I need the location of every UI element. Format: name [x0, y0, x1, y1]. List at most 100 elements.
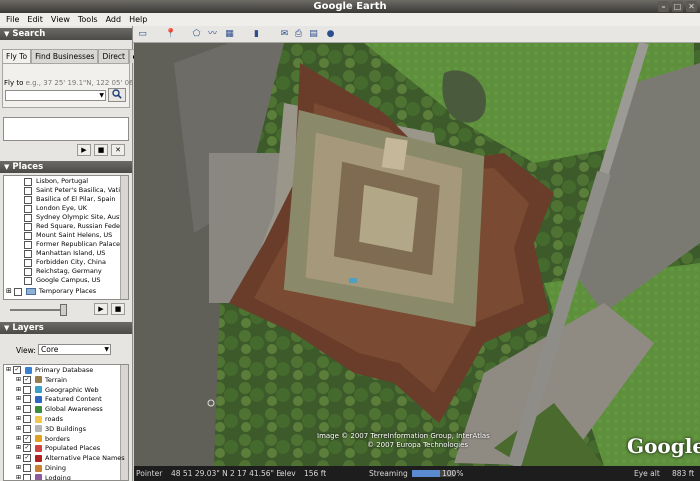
search-play-button[interactable]: ▶ [77, 144, 91, 156]
collapse-triangle-icon[interactable]: ▼ [4, 322, 9, 334]
placemark-icon[interactable]: 📍 [165, 29, 176, 40]
eye-alt-label: Eye alt [634, 469, 660, 478]
expand-plus-icon[interactable]: ⊞ [16, 424, 21, 434]
layer-label: roads [45, 415, 64, 423]
layer-item[interactable]: ⊞ roads [16, 414, 63, 424]
expand-plus-icon[interactable]: ⊞ [16, 434, 21, 444]
menu-view[interactable]: View [51, 13, 70, 26]
layer-item[interactable]: ⊞ ✓ Primary Database [6, 365, 93, 375]
layer-checkbox[interactable] [23, 464, 32, 472]
place-checkbox[interactable] [13, 287, 22, 296]
places-scrollbar[interactable] [120, 176, 128, 299]
places-panel-header[interactable]: ▼ Places [0, 161, 132, 173]
layer-icon [35, 425, 43, 433]
place-checkbox[interactable] [24, 276, 32, 285]
layer-checkbox[interactable] [23, 395, 32, 404]
expand-plus-icon[interactable]: ⊞ [16, 453, 21, 463]
expand-plus-icon[interactable]: ⊞ [16, 463, 21, 473]
expand-plus-icon[interactable]: ⊞ [16, 375, 21, 385]
minimize-icon[interactable]: – [658, 1, 669, 12]
layer-item[interactable]: ⊞ Featured Content [16, 394, 102, 404]
expand-plus-icon[interactable]: ⊞ [16, 404, 21, 414]
expand-plus-icon[interactable]: ⊞ [16, 473, 21, 480]
layer-item[interactable]: ⊞ 3D Buildings [16, 424, 86, 434]
search-clear-button[interactable]: ✕ [111, 144, 125, 156]
expand-plus-icon[interactable]: ⊞ [6, 365, 11, 375]
menu-bar: File Edit View Tools Add Help [0, 13, 700, 26]
close-icon[interactable]: ✕ [686, 1, 697, 12]
credit-line-2: © 2007 Europa Technologies [367, 441, 469, 449]
layer-checkbox[interactable] [23, 385, 32, 394]
dropdown-arrow-icon[interactable]: ▼ [104, 345, 109, 354]
menu-help[interactable]: Help [129, 13, 147, 26]
tab-directions[interactable]: Direct [98, 49, 129, 63]
layer-item[interactable]: ⊞ ✓ Terrain [16, 375, 67, 385]
tour-stop-button[interactable]: ■ [111, 303, 125, 315]
search-results[interactable] [3, 117, 129, 141]
record-icon[interactable]: ● [325, 29, 336, 40]
layer-checkbox[interactable] [23, 415, 32, 423]
layer-checkbox[interactable]: ✓ [23, 444, 32, 453]
expand-plus-icon[interactable]: ⊞ [16, 394, 21, 404]
layer-icon [35, 435, 43, 443]
layer-checkbox[interactable]: ✓ [23, 375, 32, 384]
layer-checkbox[interactable]: ✓ [13, 366, 22, 374]
slider-thumb[interactable] [60, 304, 67, 316]
layer-icon [35, 415, 43, 423]
tour-play-button[interactable]: ▶ [94, 303, 108, 315]
layers-panel-header[interactable]: ▼ Layers [0, 322, 132, 334]
places-header-label: Places [12, 162, 44, 172]
tab-fly-to[interactable]: Fly To [2, 49, 32, 63]
layer-checkbox[interactable] [23, 424, 32, 433]
streaming-progress-fill [412, 470, 440, 477]
menu-edit[interactable]: Edit [27, 13, 43, 26]
ruler-icon[interactable]: ▮ [251, 29, 262, 40]
layer-icon [35, 405, 43, 413]
print-icon[interactable]: ⎙ [293, 29, 304, 40]
polygon-icon[interactable]: ⬠ [191, 29, 202, 40]
search-go-button[interactable] [108, 88, 126, 102]
layer-item[interactable]: ⊞ Lodging [16, 473, 71, 480]
layer-checkbox[interactable]: ✓ [23, 434, 32, 443]
expand-plus-icon[interactable]: ⊞ [6, 286, 12, 297]
sidebar-toggle-icon[interactable]: ▭ [137, 29, 148, 40]
view-select[interactable]: Core ▼ [38, 344, 111, 355]
collapse-triangle-icon[interactable]: ▼ [4, 161, 9, 173]
menu-add[interactable]: Add [106, 13, 122, 26]
layer-item[interactable]: ⊞ ✓ borders [16, 434, 70, 444]
fly-to-text: Fly to [4, 79, 24, 87]
maps-icon[interactable]: ▤ [308, 29, 319, 40]
layer-checkbox[interactable] [23, 473, 32, 480]
place-folder-temporary[interactable]: ⊞ Temporary Places [6, 286, 96, 297]
expand-plus-icon[interactable]: ⊞ [16, 443, 21, 453]
fly-to-input[interactable]: ▼ [5, 90, 106, 101]
fly-to-label: Fly to e.g., 37 25' 19.1"N, 122 05' 06"W [4, 79, 144, 87]
dropdown-arrow-icon[interactable]: ▼ [99, 91, 104, 100]
layer-item[interactable]: ⊞ Dining [16, 463, 66, 473]
menu-tools[interactable]: Tools [78, 13, 98, 26]
menu-file[interactable]: File [6, 13, 19, 26]
layer-checkbox[interactable] [23, 405, 32, 414]
tab-find-businesses[interactable]: Find Businesses [31, 49, 99, 63]
place-item[interactable]: Google Campus, US [24, 275, 101, 286]
layer-icon [35, 386, 43, 394]
maximize-icon[interactable]: □ [672, 1, 683, 12]
tour-speed-slider[interactable] [10, 309, 65, 311]
eye-alt-value: 883 ft [672, 469, 695, 478]
layer-label: Populated Places [45, 444, 101, 453]
layer-item[interactable]: ⊞ ✓ Alternative Place Names [16, 453, 125, 463]
path-icon[interactable]: 〰 [207, 29, 218, 40]
email-icon[interactable]: ✉ [279, 29, 290, 40]
layer-item[interactable]: ⊞ ✓ Populated Places [16, 443, 100, 453]
search-stop-button[interactable]: ■ [94, 144, 108, 156]
image-overlay-icon[interactable]: ▦ [224, 29, 235, 40]
collapse-triangle-icon[interactable]: ▼ [4, 28, 9, 40]
expand-plus-icon[interactable]: ⊞ [16, 414, 21, 424]
search-panel-header[interactable]: ▼ Search [0, 28, 132, 40]
layer-checkbox[interactable]: ✓ [23, 454, 32, 463]
expand-plus-icon[interactable]: ⊞ [16, 385, 21, 395]
map-view[interactable] [134, 43, 700, 466]
map-toolbar: ▭ 📍 ⬠ 〰 ▦ ▮ ✉ ⎙ ▤ ● [133, 26, 700, 43]
layer-item[interactable]: ⊞ Geographic Web [16, 385, 99, 395]
layer-item[interactable]: ⊞ Global Awareness [16, 404, 103, 414]
